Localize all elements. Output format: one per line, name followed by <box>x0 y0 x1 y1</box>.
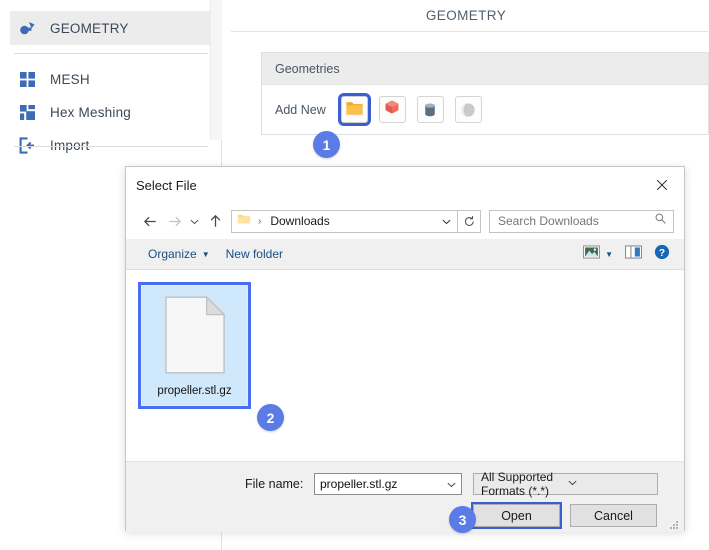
folder-icon <box>237 212 251 231</box>
import-icon <box>18 136 37 155</box>
add-box-button[interactable] <box>379 96 406 123</box>
file-name-label: propeller.stl.gz <box>157 385 231 397</box>
arrow-right-icon <box>162 209 186 233</box>
sidebar-divider-top <box>14 53 208 54</box>
cancel-button[interactable]: Cancel <box>570 504 657 527</box>
step-badge-2: 2 <box>257 404 284 431</box>
breadcrumb-downloads[interactable]: Downloads <box>270 214 329 228</box>
dialog-titlebar: Select File <box>126 167 684 203</box>
sidebar-scrollbar-track[interactable] <box>210 0 222 140</box>
search-icon <box>654 212 667 230</box>
step-badge-3: 3 <box>449 506 476 533</box>
dialog-title: Select File <box>126 178 197 193</box>
hex-meshing-icon <box>18 103 37 122</box>
sidebar-item-label: GEOMETRY <box>50 21 129 36</box>
file-name-input[interactable] <box>320 477 441 491</box>
sidebar-item-label: MESH <box>50 72 90 87</box>
folder-icon <box>345 98 364 122</box>
search-box[interactable] <box>489 210 674 233</box>
dialog-button-row: Open Cancel <box>126 504 684 528</box>
select-file-dialog: Select File <box>125 166 685 531</box>
help-button[interactable]: ? <box>648 243 676 266</box>
help-icon: ? <box>654 244 670 265</box>
chevron-down-icon[interactable] <box>441 479 461 490</box>
view-layout-button[interactable]: ▼ <box>577 243 619 266</box>
dialog-toolbar: Organize ▼ New folder ▼ <box>126 239 684 270</box>
sidebar-item-hex-meshing[interactable]: Hex Meshing <box>10 95 210 129</box>
app-root: GEOMETRY MESH <box>0 0 709 550</box>
organize-menu[interactable]: Organize ▼ <box>140 243 218 266</box>
arrow-up-icon[interactable] <box>203 209 227 233</box>
open-button[interactable]: Open <box>473 504 560 527</box>
breadcrumb-separator: › <box>258 216 261 227</box>
sidebar-divider-bottom <box>14 146 208 147</box>
file-type-filter-select[interactable]: All Supported Formats (*.*) <box>473 473 658 495</box>
geometries-panel-header: Geometries <box>262 53 708 84</box>
add-new-label: Add New <box>275 103 326 117</box>
sidebar-item-label: Import <box>50 138 89 153</box>
organize-label: Organize <box>148 247 197 261</box>
add-cylinder-button[interactable] <box>417 96 444 123</box>
step-badge-1: 1 <box>313 131 340 158</box>
new-folder-button[interactable]: New folder <box>218 243 291 266</box>
file-type-filter-value: All Supported Formats (*.*) <box>481 470 567 498</box>
file-name-row: File name: All Supported Formats (*.*) <box>126 472 684 496</box>
file-item-content: propeller.stl.gz <box>141 285 248 406</box>
cylinder-icon <box>421 101 439 119</box>
page-title: GEOMETRY <box>223 0 709 31</box>
preview-pane-icon <box>625 245 642 264</box>
svg-text:?: ? <box>659 247 665 258</box>
sidebar-item-geometry[interactable]: GEOMETRY <box>10 11 210 45</box>
view-layout-icon <box>583 245 600 264</box>
chevron-down-icon[interactable] <box>435 211 457 232</box>
geometries-panel: Geometries Add New <box>261 52 709 135</box>
search-input[interactable] <box>498 214 654 228</box>
chevron-down-icon: ▼ <box>202 250 210 259</box>
close-icon[interactable] <box>640 167 684 203</box>
chevron-down-icon[interactable] <box>567 477 653 491</box>
list-item[interactable]: propeller.stl.gz <box>138 282 251 409</box>
upload-folder-button[interactable] <box>341 96 368 123</box>
chevron-down-icon[interactable] <box>186 209 203 233</box>
resize-grip-icon[interactable] <box>669 518 680 529</box>
file-name-field-label: File name: <box>245 477 303 491</box>
dialog-navbar: › Downloads <box>126 203 684 239</box>
address-bar[interactable]: › Downloads <box>231 210 458 233</box>
file-document-icon <box>164 296 226 379</box>
sidebar-item-mesh[interactable]: MESH <box>10 62 210 96</box>
preview-pane-button[interactable] <box>619 243 648 266</box>
sidebar-item-import[interactable]: Import <box>10 128 210 162</box>
file-name-input-wrapper[interactable] <box>314 473 462 495</box>
refresh-icon[interactable] <box>458 210 481 233</box>
arrow-left-icon[interactable] <box>138 209 162 233</box>
sphere-icon <box>459 101 477 119</box>
geometry-icon <box>18 19 37 38</box>
geometries-panel-body: Add New <box>262 84 708 134</box>
mesh-grid-icon <box>18 70 37 89</box>
title-divider <box>231 31 708 32</box>
chevron-down-icon: ▼ <box>605 250 613 259</box>
dialog-footer: File name: All Supported Formats (*.*) <box>126 462 684 532</box>
sidebar-item-label: Hex Meshing <box>50 105 131 120</box>
file-list[interactable]: propeller.stl.gz <box>126 270 684 462</box>
add-sphere-button[interactable] <box>455 96 482 123</box>
red-cube-icon <box>383 98 401 121</box>
